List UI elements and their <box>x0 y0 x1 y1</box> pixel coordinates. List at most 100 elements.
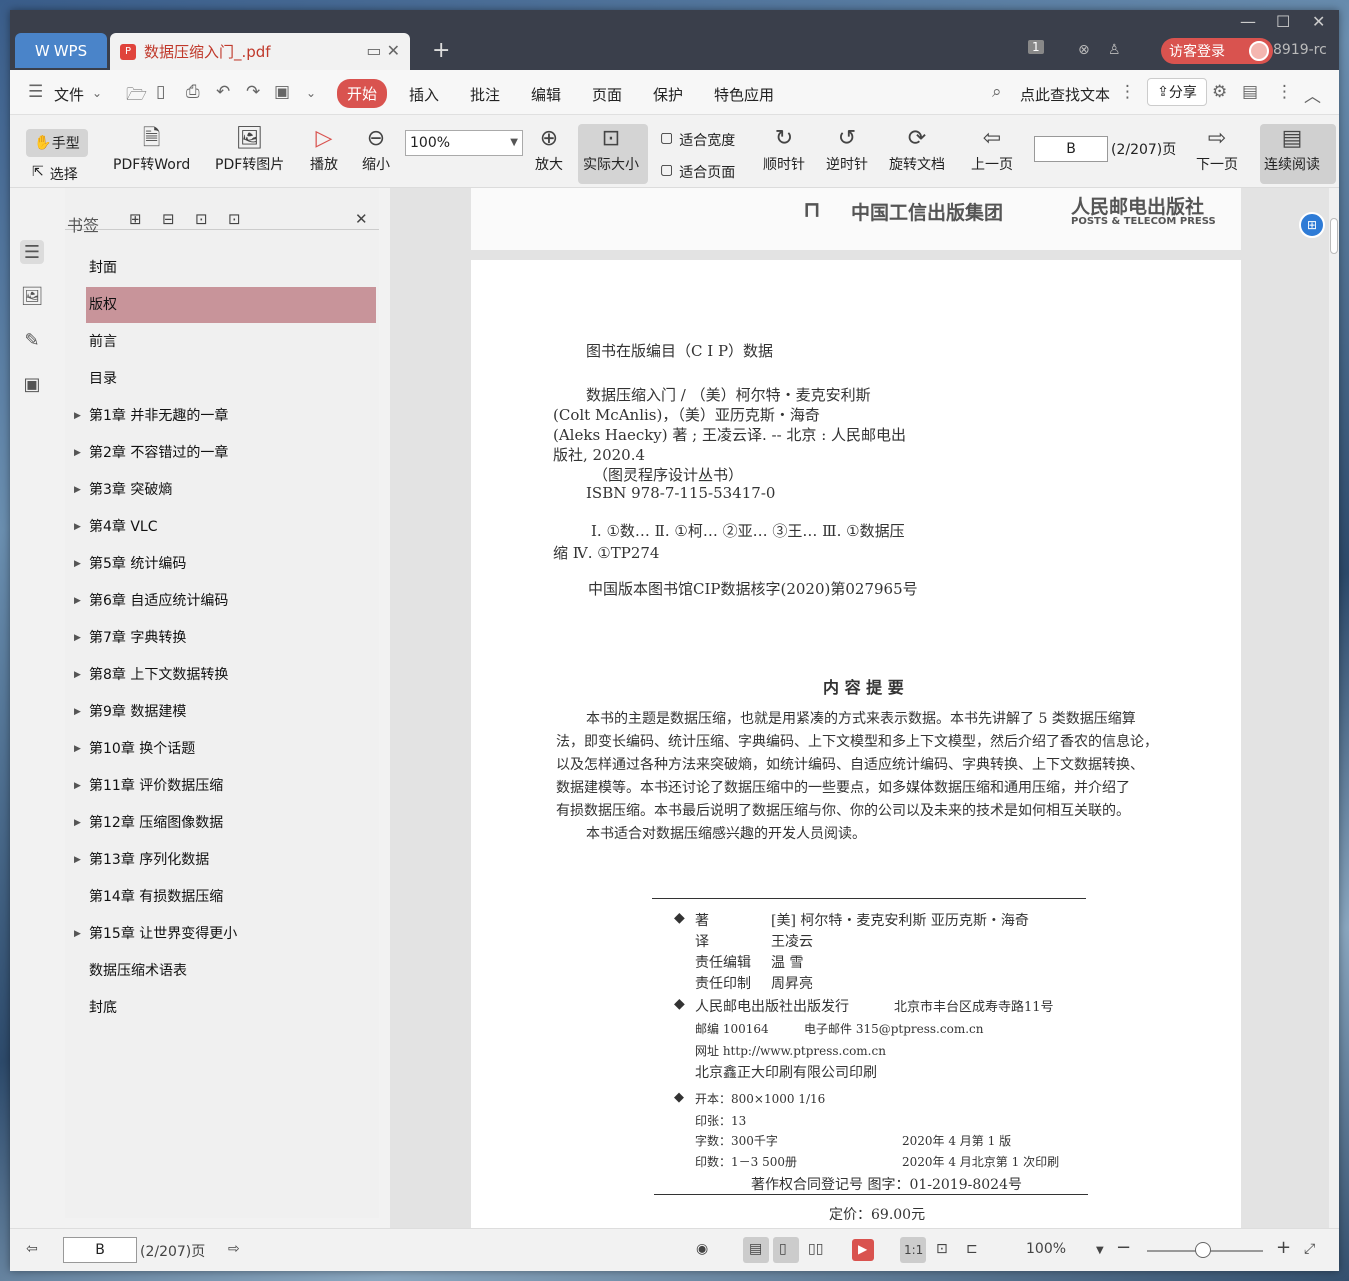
bookmark-item[interactable]: 第14章 有损数据压缩 <box>86 879 376 915</box>
document-viewer[interactable]: ⊓ 中国工信出版集团 人民邮电出版社 POSTS & TELECOM PRESS… <box>390 188 1329 1228</box>
expand-arrow-icon[interactable]: ▶ <box>74 657 81 693</box>
next-page-button[interactable]: ⇨ 下一页 <box>1196 124 1238 174</box>
close-icon[interactable]: ✕ <box>355 210 368 228</box>
expand-arrow-icon[interactable]: ▶ <box>74 916 81 952</box>
search-icon[interactable]: ⌕ <box>992 82 1002 102</box>
scrollbar-thumb[interactable] <box>1330 218 1338 254</box>
bookmark-item[interactable]: 封面 <box>86 250 376 286</box>
print-icon[interactable]: ⎙ <box>186 82 200 102</box>
expand-bookmark-icon[interactable]: ⊡ <box>195 210 208 228</box>
bookmark-item[interactable]: ▶ 第2章 不容错过的一章 <box>74 435 376 471</box>
hamburger-icon[interactable]: ☰ <box>28 82 43 102</box>
fit-page-button[interactable]: ▢ 适合页面 <box>660 162 735 182</box>
open-icon[interactable]: 🗁 <box>126 82 147 111</box>
more-icon[interactable]: ⋮ <box>1119 82 1136 102</box>
expand-arrow-icon[interactable]: ▶ <box>74 472 81 508</box>
bookmark-item[interactable]: ▶ 第11章 评价数据压缩 <box>74 768 376 804</box>
comment-icon[interactable]: ▤ <box>1242 82 1258 102</box>
bookmark-item[interactable]: ▶ 第15章 让世界变得更小 <box>74 916 376 952</box>
bookmark-item[interactable]: ▶ 第9章 数据建模 <box>74 694 376 730</box>
play-button[interactable]: ▷ 播放 <box>310 124 338 174</box>
fullscreen-icon[interactable]: ⤢ <box>1304 1241 1315 1257</box>
window-count-badge[interactable]: 1 <box>1028 40 1044 54</box>
fit-icon[interactable]: ⊡ <box>936 1241 948 1257</box>
add-bookmark-icon[interactable]: ⊞ <box>129 210 142 228</box>
zoom-slider-knob[interactable] <box>1195 1242 1211 1258</box>
expand-arrow-icon[interactable]: ▶ <box>74 398 81 434</box>
prev-page-button[interactable]: ⇦ 上一页 <box>971 124 1013 174</box>
zoom-level[interactable]: 100% <box>1026 1241 1066 1257</box>
signature-panel-icon[interactable]: ▣ <box>20 372 44 396</box>
tab-start[interactable]: 开始 <box>337 79 388 108</box>
redo-icon[interactable]: ↷ <box>246 82 260 102</box>
expand-arrow-icon[interactable]: ▶ <box>74 546 81 582</box>
expand-arrow-icon[interactable]: ▶ <box>74 731 81 767</box>
bookmark-item[interactable]: ▶ 第4章 VLC <box>74 509 376 545</box>
status-page-input[interactable]: B <box>63 1237 137 1263</box>
new-tab-button[interactable]: + <box>432 38 450 63</box>
eye-icon[interactable]: ◉ <box>696 1241 708 1257</box>
page-number-input[interactable]: B <box>1034 136 1108 162</box>
rotate-cw-button[interactable]: ↻ 顺时针 <box>763 124 805 174</box>
float-tool-icon[interactable]: ⊞ <box>1299 212 1325 238</box>
rotate-ccw-button[interactable]: ↺ 逆时针 <box>826 124 868 174</box>
expand-arrow-icon[interactable]: ▶ <box>74 509 81 545</box>
fit-width-button[interactable]: ▢ 适合宽度 <box>660 130 735 150</box>
save-icon[interactable]: ▯ <box>156 82 165 102</box>
remove-bookmark-icon[interactable]: ⊟ <box>162 210 175 228</box>
expand-arrow-icon[interactable]: ▶ <box>74 805 81 841</box>
search-text-button[interactable]: 点此查找文本 <box>1020 84 1110 105</box>
zoom-out-icon[interactable]: − <box>1116 1237 1131 1258</box>
wps-home-tab[interactable]: W WPS <box>15 33 107 68</box>
export-icon[interactable]: ▣ <box>274 82 290 102</box>
tab-features[interactable]: 特色应用 <box>714 84 774 105</box>
expand-arrow-icon[interactable]: ▶ <box>74 435 81 471</box>
tab-edit[interactable]: 编辑 <box>531 84 561 105</box>
shirt-icon[interactable]: ♙ <box>1108 42 1121 58</box>
undo-icon[interactable]: ↶ <box>216 82 230 102</box>
bookmark-item[interactable]: 封底 <box>86 990 376 1026</box>
expand-arrow-icon[interactable]: ▶ <box>74 842 81 878</box>
minimize-button[interactable]: — <box>1240 12 1256 31</box>
bookmark-item[interactable]: 数据压缩术语表 <box>86 953 376 989</box>
bookmark-item[interactable]: ▶ 第5章 统计编码 <box>74 546 376 582</box>
zoom-in-button[interactable]: ⊕ 放大 <box>535 124 563 174</box>
tab-protect[interactable]: 保护 <box>653 84 683 105</box>
more-chevron-icon[interactable]: ⌄ <box>306 86 316 100</box>
file-menu[interactable]: 文件 <box>54 84 84 105</box>
bookmark-item[interactable]: 目录 <box>86 361 376 397</box>
bookmark-item[interactable]: ▶ 第7章 字典转换 <box>74 620 376 656</box>
tab-page[interactable]: 页面 <box>592 84 622 105</box>
bookmark-item[interactable]: ▶ 第1章 并非无趣的一章 <box>74 398 376 434</box>
vertical-scrollbar[interactable] <box>1329 188 1339 1228</box>
expand-arrow-icon[interactable]: ▶ <box>74 620 81 656</box>
pdf-to-word-button[interactable]: 🗎 PDF转Word <box>113 124 190 174</box>
close-window-button[interactable]: ✕ <box>1312 12 1325 31</box>
zoom-out-button[interactable]: ⊖ 缩小 <box>362 124 390 174</box>
thumbnail-panel-icon[interactable]: 🖼 <box>20 284 44 308</box>
bookmark-item[interactable]: 前言 <box>86 324 376 360</box>
document-tab[interactable]: P 数据压缩入门_.pdf ▭ ✕ <box>110 33 410 70</box>
skin-icon[interactable]: ⊗ <box>1078 42 1090 58</box>
bookmark-item[interactable]: ▶ 第13章 序列化数据 <box>74 842 376 878</box>
collapse-ribbon-icon[interactable]: ︿ <box>1304 82 1321 107</box>
bookmark-item[interactable]: ▶ 第3章 突破熵 <box>74 472 376 508</box>
bookmark-item[interactable]: ▶ 第10章 换个话题 <box>74 731 376 767</box>
expand-arrow-icon[interactable]: ▶ <box>74 583 81 619</box>
settings-gear-icon[interactable]: ⚙ <box>1212 82 1227 102</box>
share-button[interactable]: ⇪ 分享 <box>1147 78 1207 106</box>
chevron-down-icon[interactable]: ▼ <box>1096 1245 1104 1256</box>
hand-tool-button[interactable]: ✋ 手型 <box>26 129 88 157</box>
bookmark-item[interactable]: ▶ 第8章 上下文数据转换 <box>74 657 376 693</box>
bookmark-options-icon[interactable]: ⊡ <box>228 210 241 228</box>
bookmark-item[interactable]: 版权 <box>86 287 376 323</box>
bookmark-item[interactable]: ▶ 第12章 压缩图像数据 <box>74 805 376 841</box>
bookmark-item[interactable]: ▶ 第6章 自适应统计编码 <box>74 583 376 619</box>
rotate-document-button[interactable]: ⟳ 旋转文档 <box>889 124 945 174</box>
menu-more-icon[interactable]: ⋮ <box>1276 82 1293 102</box>
tab-insert[interactable]: 插入 <box>409 84 439 105</box>
bookmark-panel-icon[interactable]: ☰ <box>20 240 44 264</box>
login-button[interactable]: 访客登录 <box>1161 38 1273 64</box>
close-tab-icon[interactable]: ▭ ✕ <box>366 41 400 60</box>
expand-arrow-icon[interactable]: ▶ <box>74 694 81 730</box>
